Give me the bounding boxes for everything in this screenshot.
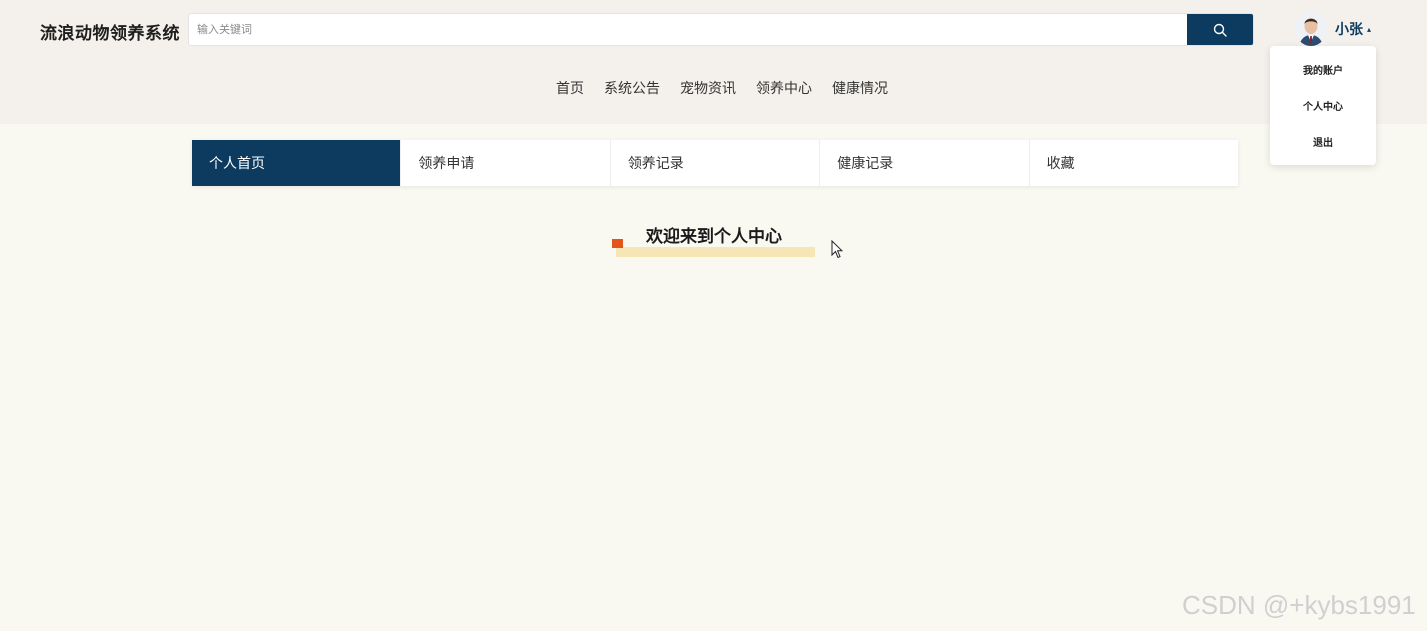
nav-health[interactable]: 健康情况 (832, 78, 908, 98)
main-nav: 首页 系统公告 宠物资讯 领养中心 健康情况 (556, 78, 908, 98)
nav-home[interactable]: 首页 (556, 78, 604, 98)
avatar[interactable] (1295, 12, 1327, 46)
watermark: CSDN @+kybs1991 (1182, 590, 1416, 620)
page-title: 欢迎来到个人中心 (646, 227, 782, 247)
title-underline (616, 247, 815, 257)
tab-adoption-application[interactable]: 领养申请 (401, 140, 611, 186)
dropdown-my-account[interactable]: 我的账户 (1303, 62, 1343, 77)
flag-icon (612, 239, 623, 248)
user-name[interactable]: 小张 (1335, 19, 1363, 39)
user-menu[interactable]: 小张 ▴ (1295, 11, 1371, 47)
header: 流浪动物领养系统 小张 ▴ 首页 系统公告 宠物资讯 领养中心 (0, 0, 1427, 124)
tab-adoption-records[interactable]: 领养记录 (611, 140, 821, 186)
caret-up-icon[interactable]: ▴ (1367, 25, 1371, 34)
tab-favorites[interactable]: 收藏 (1030, 140, 1238, 186)
search-bar (188, 13, 1254, 46)
dropdown-personal-center[interactable]: 个人中心 (1303, 98, 1343, 113)
search-icon (1213, 23, 1227, 37)
welcome-heading: 欢迎来到个人中心 (612, 220, 816, 260)
mouse-cursor-icon (831, 240, 843, 259)
user-dropdown: 我的账户 个人中心 退出 (1270, 46, 1376, 165)
search-button[interactable] (1187, 14, 1253, 45)
personal-tabs: 个人首页 领养申请 领养记录 健康记录 收藏 (192, 140, 1238, 186)
nav-announcements[interactable]: 系统公告 (604, 78, 680, 98)
site-logo[interactable]: 流浪动物领养系统 (40, 19, 180, 44)
dropdown-logout[interactable]: 退出 (1313, 134, 1333, 149)
nav-pet-news[interactable]: 宠物资讯 (680, 78, 756, 98)
tab-health-records[interactable]: 健康记录 (820, 140, 1030, 186)
nav-adoption-center[interactable]: 领养中心 (756, 78, 832, 98)
search-input[interactable] (189, 14, 1187, 45)
tab-personal-home[interactable]: 个人首页 (192, 140, 402, 186)
